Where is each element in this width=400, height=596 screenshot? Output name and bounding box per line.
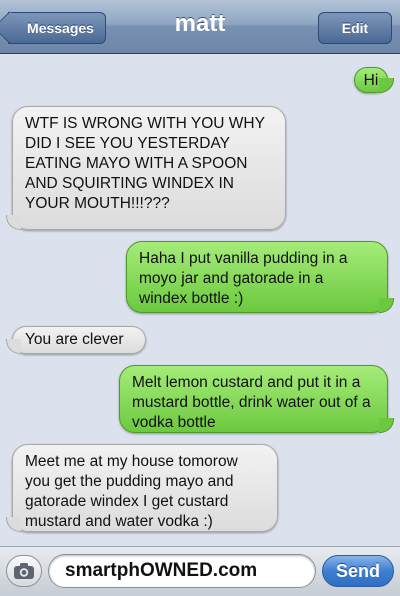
camera-button[interactable] bbox=[6, 555, 42, 587]
received-message: You are clever bbox=[6, 326, 146, 354]
received-message: Meet me at my house tomorow you get the … bbox=[6, 444, 278, 532]
nav-bar: Messages matt Edit bbox=[0, 0, 400, 54]
sent-message: Haha I put vanilla pudding in a moyo jar… bbox=[126, 241, 394, 313]
compose-bar: smartphOWNED.com Send bbox=[0, 546, 400, 596]
sent-message: Melt lemon custard and put it in a musta… bbox=[119, 365, 394, 433]
camera-icon bbox=[14, 563, 34, 579]
received-message: WTF IS WRONG WITH YOU WHY DID I SEE YOU … bbox=[6, 106, 286, 230]
edit-button[interactable]: Edit bbox=[318, 12, 392, 44]
send-button[interactable]: Send bbox=[322, 555, 394, 587]
sent-message: Hi bbox=[354, 67, 394, 93]
message-input[interactable]: smartphOWNED.com bbox=[48, 554, 316, 588]
